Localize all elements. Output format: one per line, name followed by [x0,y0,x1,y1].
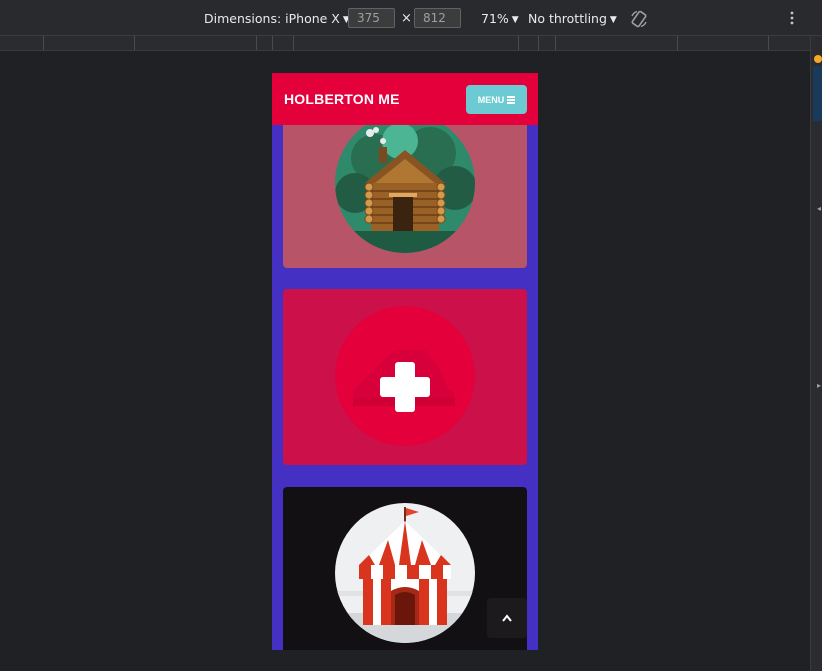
device-dimensions-label: Dimensions: iPhone X [204,11,340,26]
zoom-dropdown[interactable]: 71% ▼ [481,11,519,26]
more-options-icon[interactable] [786,10,798,26]
caret-down-icon: ▼ [511,15,519,25]
hamburger-icon [507,96,516,104]
expand-arrow-icon[interactable]: ▸ [817,381,821,390]
chevron-up-icon [502,614,512,622]
circus-tent-icon [335,503,475,643]
scroll-to-top-button[interactable] [487,598,527,638]
zoom-label: 71% [481,11,509,26]
phone-viewport: HOLBERTON ME MENU [272,73,538,650]
width-input[interactable]: 375 [348,8,395,28]
menu-button[interactable]: MENU [466,85,527,114]
times-symbol: × [401,11,412,26]
devtools-side-strip: ◂ ▸ [810,36,822,671]
device-toolbar: Dimensions: iPhone X ▼ 375 × 812 71% ▼ No … [0,0,822,36]
warning-dot-icon [814,55,822,63]
menu-label: MENU [477,94,505,105]
throttling-label: No throttling [528,11,607,26]
log-cabin-icon [335,113,475,253]
media-query-ruler [0,36,810,51]
card-add[interactable] [283,289,527,465]
app-header: HOLBERTON ME MENU [272,73,538,125]
throttling-dropdown[interactable]: No throttling ▼ [528,11,617,26]
device-dimensions-dropdown[interactable]: Dimensions: iPhone X ▼ [204,11,350,26]
card-cabin[interactable] [283,103,527,268]
caret-down-icon: ▼ [609,15,617,25]
add-plus-icon [335,306,475,446]
panel-resize-icon[interactable]: ◂ [817,204,821,213]
height-input[interactable]: 812 [414,8,461,28]
site-title[interactable]: HOLBERTON ME [284,91,400,107]
rotate-icon[interactable] [629,9,649,29]
